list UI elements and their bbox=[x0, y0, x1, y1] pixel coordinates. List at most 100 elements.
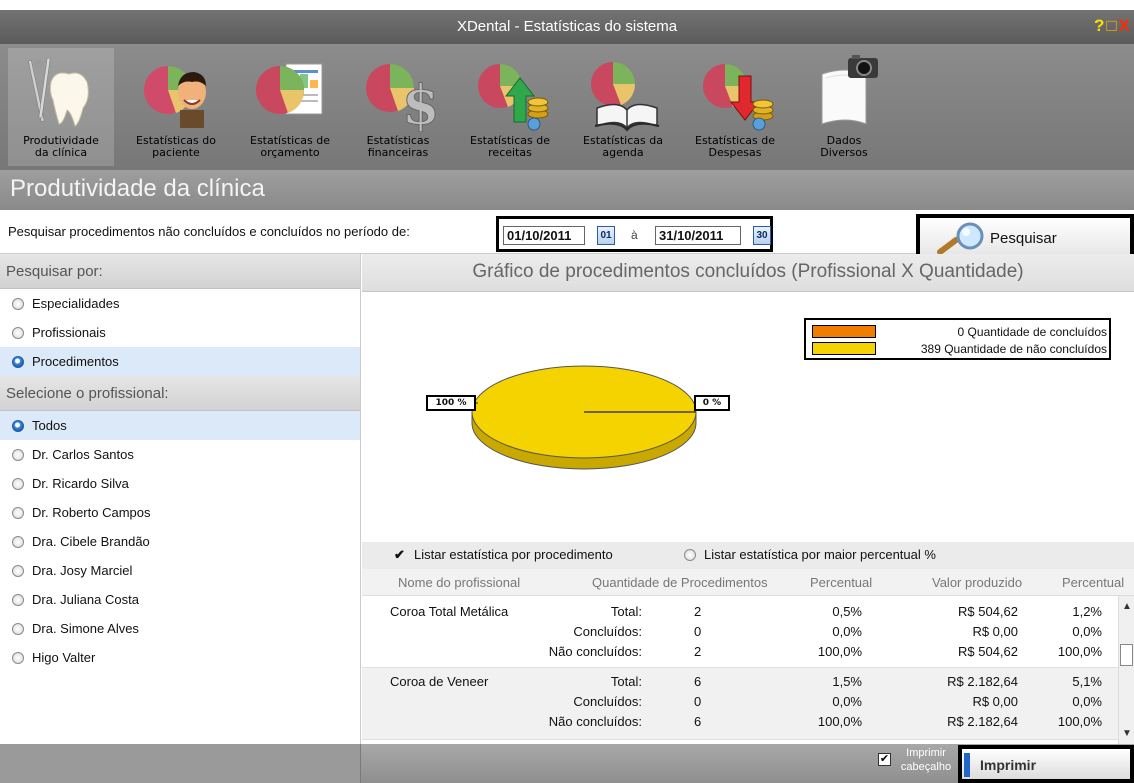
toolbar-item-agenda[interactable]: Estatísticas da agenda bbox=[570, 48, 676, 166]
filter-bar: Pesquisar procedimentos não concluídos e… bbox=[0, 210, 1134, 260]
procedure-name: Coroa Total Metálica bbox=[390, 604, 509, 619]
professional-todos[interactable]: Todos bbox=[0, 411, 360, 440]
row-qty: 2 bbox=[694, 644, 702, 659]
toolbar-item-receitas[interactable]: Estatísticas de receitas bbox=[456, 48, 564, 166]
checkmark-icon: ✔ bbox=[394, 547, 405, 562]
list-by-percent-option[interactable]: Listar estatística por maior percentual … bbox=[684, 547, 936, 562]
pie-chart-arrow-up-coins-icon bbox=[478, 64, 549, 131]
professional-option[interactable]: Dra. Cibele Brandão bbox=[0, 527, 360, 556]
toolbar-item-label: Estatísticas de receitas bbox=[470, 134, 550, 159]
print-button[interactable]: Imprimir bbox=[958, 745, 1134, 783]
print-header-label: Imprimir cabeçalho bbox=[900, 747, 952, 773]
radio-especialidades[interactable]: Especialidades bbox=[0, 289, 360, 318]
row-value: R$ 504,62 bbox=[958, 644, 1018, 659]
professional-option[interactable]: Dra. Josy Marciel bbox=[0, 556, 360, 585]
document-camera-icon bbox=[821, 55, 878, 125]
professional-option[interactable]: Higo Valter bbox=[0, 643, 360, 672]
toolbar-item-label: Produtividade da clínica bbox=[23, 134, 99, 159]
row-kind: Concluídos: bbox=[573, 694, 642, 709]
radio-selected-icon bbox=[12, 420, 24, 432]
print-button-accent bbox=[964, 753, 970, 777]
radio-icon bbox=[12, 652, 24, 664]
maximize-icon[interactable]: □ bbox=[1106, 16, 1116, 35]
professional-option[interactable]: Dr. Roberto Campos bbox=[0, 498, 360, 527]
toolbar-item-orcamento[interactable]: Estatísticas de orçamento bbox=[234, 48, 346, 166]
scroll-thumb[interactable] bbox=[1120, 644, 1133, 666]
radio-icon bbox=[12, 565, 24, 577]
professional-option[interactable]: Dr. Ricardo Silva bbox=[0, 469, 360, 498]
col-header-percent[interactable]: Percentual bbox=[810, 575, 872, 590]
date-to-field[interactable]: 31/10/2011 bbox=[655, 226, 741, 245]
radio-selected-icon bbox=[12, 356, 24, 368]
pie-label-left: 100 % bbox=[426, 395, 476, 411]
radio-label: Dr. Ricardo Silva bbox=[32, 476, 129, 491]
list-by-procedure-option[interactable]: ✔ Listar estatística por procedimento bbox=[394, 547, 613, 562]
toolbar-item-produtividade[interactable]: Produtividade da clínica bbox=[8, 48, 114, 166]
row-vpct: 0,0% bbox=[1072, 624, 1102, 639]
date-to-calendar-icon[interactable]: 30 bbox=[753, 226, 771, 245]
table-row-group[interactable]: Coroa Total Metálica Total: 2 0,5% R$ 50… bbox=[362, 596, 1118, 668]
search-button-label: Pesquisar bbox=[990, 230, 1057, 247]
radio-icon bbox=[684, 549, 696, 561]
row-value: R$ 0,00 bbox=[972, 624, 1018, 639]
date-separator: à bbox=[631, 228, 638, 242]
help-icon[interactable]: ? bbox=[1094, 16, 1104, 35]
legend-label: 389 Quantidade de não concluídos bbox=[920, 342, 1107, 356]
toolbar-item-despesas[interactable]: Estatísticas de Despesas bbox=[680, 48, 790, 166]
radio-icon bbox=[12, 623, 24, 635]
pie-chart-document-icon bbox=[256, 63, 323, 115]
col-header-name[interactable]: Nome do profissional bbox=[398, 575, 520, 590]
legend-label: 0 Quantidade de concluídos bbox=[957, 325, 1107, 339]
professional-option[interactable]: Dra. Simone Alves bbox=[0, 614, 360, 643]
radio-icon bbox=[12, 298, 24, 310]
close-icon[interactable]: X bbox=[1119, 16, 1130, 35]
row-kind: Total: bbox=[610, 604, 642, 619]
professional-option[interactable]: Dr. Carlos Santos bbox=[0, 440, 360, 469]
radio-profissionais[interactable]: Profissionais bbox=[0, 318, 360, 347]
col-header-value-percent[interactable]: Percentual bbox=[1062, 575, 1124, 590]
chart-title: Gráfico de procedimentos concluídos (Pro… bbox=[362, 254, 1134, 292]
row-qty: 0 bbox=[694, 694, 702, 709]
list-by-procedure-label: Listar estatística por procedimento bbox=[414, 547, 613, 562]
scroll-down-icon[interactable]: ▼ bbox=[1122, 728, 1132, 739]
radio-label: Profissionais bbox=[32, 325, 106, 340]
footer-bar: ✔ Imprimir cabeçalho Imprimir bbox=[0, 744, 1134, 783]
row-kind: Total: bbox=[610, 674, 642, 689]
toolbar-item-financeiras[interactable]: $ Estatísticas financeiras bbox=[352, 48, 444, 166]
col-header-quantity[interactable]: Quantidade de Procedimentos bbox=[592, 575, 768, 590]
row-vpct: 5,1% bbox=[1072, 674, 1102, 689]
pie-chart-arrow-down-coins-icon bbox=[703, 64, 774, 131]
date-from-calendar-icon[interactable]: 01 bbox=[597, 226, 615, 245]
toolbar-item-dados-diversos[interactable]: Dados Diversos bbox=[806, 48, 882, 166]
select-professional-header: Selecione o profissional: bbox=[0, 376, 360, 411]
toolbar-item-label: Dados Diversos bbox=[820, 134, 868, 159]
stats-table: Coroa Total Metálica Total: 2 0,5% R$ 50… bbox=[362, 596, 1118, 744]
toolbar-item-label: Estatísticas da agenda bbox=[583, 134, 663, 159]
table-header: Nome do profissional Quantidade de Proce… bbox=[362, 569, 1134, 596]
table-scrollbar[interactable]: ▲ ▼ bbox=[1118, 596, 1134, 744]
date-from-field[interactable]: 01/10/2011 bbox=[503, 226, 585, 245]
radio-label: Todos bbox=[32, 418, 67, 433]
row-pct: 0,0% bbox=[832, 694, 862, 709]
row-pct: 100,0% bbox=[817, 644, 862, 659]
toolbar-item-paciente[interactable]: Estatísticas do paciente bbox=[120, 48, 232, 166]
row-pct: 100,0% bbox=[817, 714, 862, 729]
pie-label-right: 0 % bbox=[694, 395, 730, 411]
scroll-up-icon[interactable]: ▲ bbox=[1122, 601, 1132, 612]
row-pct: 0,0% bbox=[832, 624, 862, 639]
radio-label: Dr. Carlos Santos bbox=[32, 447, 134, 462]
professional-option[interactable]: Dra. Juliana Costa bbox=[0, 585, 360, 614]
table-row-group[interactable]: Coroa de Veneer Total: 6 1,5% R$ 2.182,6… bbox=[362, 668, 1118, 740]
radio-label: Dra. Juliana Costa bbox=[32, 592, 139, 607]
radio-label: Procedimentos bbox=[32, 354, 119, 369]
col-header-value[interactable]: Valor produzido bbox=[932, 575, 1022, 590]
window-title: XDental - Estatísticas do sistema bbox=[456, 18, 678, 35]
radio-procedimentos[interactable]: Procedimentos bbox=[0, 347, 360, 376]
footer-left bbox=[0, 744, 361, 783]
row-value: R$ 504,62 bbox=[958, 604, 1018, 619]
row-kind: Não concluídos: bbox=[548, 644, 642, 659]
print-header-checkbox[interactable]: ✔ Imprimir cabeçalho bbox=[878, 746, 960, 782]
search-icon bbox=[937, 222, 984, 255]
row-pct: 1,5% bbox=[832, 674, 862, 689]
top-strip bbox=[0, 0, 1134, 10]
